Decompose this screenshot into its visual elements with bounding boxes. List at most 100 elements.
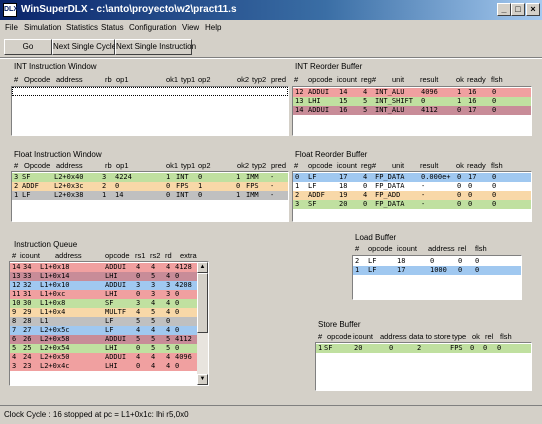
- iq-list[interactable]: 14 34 L1+0x18 ADDUI 4 4 4 4128 13 33 L1+0x14 LHI 0 5 4…: [9, 261, 209, 386]
- table-row[interactable]: 12 ADDUI 14 4 INT_ALU 4096 1 16 0: [293, 88, 531, 97]
- col-header: pred: [271, 75, 287, 84]
- table-row[interactable]: 1 LF L2+0x38 1 14 0 INT 0 1 IMM -: [12, 191, 288, 200]
- table-cell: 3: [295, 200, 300, 208]
- table-row[interactable]: 2 ADDF L2+0x3c 2 0 0 FPS 1 0 FPS -: [12, 182, 288, 191]
- table-cell: 10: [12, 299, 21, 307]
- table-cell: 0: [166, 317, 171, 325]
- table-cell: 4: [151, 353, 156, 361]
- table-cell: 4112: [175, 335, 192, 343]
- maximize-button[interactable]: □: [511, 3, 525, 16]
- table-row[interactable]: 3 23 L2+0x4c LHI 0 4 4 0: [10, 362, 197, 371]
- scroll-down-icon[interactable]: ▼: [197, 374, 208, 385]
- table-row[interactable]: 4 24 L2+0x50 ADDUI 4 4 4 4096: [10, 353, 197, 362]
- table-cell: L2+0x58: [40, 335, 70, 343]
- table-cell: LHI: [105, 362, 118, 370]
- table-row[interactable]: 7 27 L2+0x5c LF 4 4 4 0: [10, 326, 197, 335]
- table-cell: LHI: [308, 97, 321, 105]
- scroll-thumb[interactable]: [197, 273, 208, 333]
- table-row[interactable]: 10 30 L1+0x8 SF 3 4 4 0: [10, 299, 197, 308]
- menu-status[interactable]: Status: [101, 23, 124, 32]
- int-window-list[interactable]: [11, 86, 289, 136]
- table-cell: 0: [492, 106, 497, 114]
- table-row[interactable]: 14 34 L1+0x18 ADDUI 4 4 4 4128: [10, 263, 197, 272]
- table-cell: 4: [166, 326, 171, 334]
- table-cell: 23: [23, 362, 32, 370]
- table-cell: 27: [23, 326, 32, 334]
- col-header: flsh: [475, 244, 487, 253]
- table-row[interactable]: 6 26 L2+0x58 ADDUI 5 5 5 4112: [10, 335, 197, 344]
- table-cell: 16: [468, 88, 477, 96]
- table-cell: 14: [12, 263, 21, 271]
- table-row[interactable]: 1 LF 17 1000 0 0: [353, 266, 521, 275]
- table-cell: 3: [151, 281, 156, 289]
- table-cell: 5: [363, 97, 368, 105]
- table-row[interactable]: 3 SF L2+0x40 3 4224 1 INT 0 1 IMM -: [12, 173, 288, 182]
- table-cell: SF: [324, 344, 333, 352]
- next-single-cycle-button[interactable]: Next Single Cycle: [52, 39, 116, 55]
- table-cell: 3: [166, 281, 171, 289]
- next-single-instruction-button[interactable]: Next Single Instruction: [115, 39, 196, 55]
- table-cell: 29: [23, 308, 32, 316]
- table-row[interactable]: 11 31 L1+0xc LHI 0 3 3 0: [10, 290, 197, 299]
- table-cell: IMM: [246, 191, 259, 199]
- col-header: op2: [198, 75, 211, 84]
- table-cell: INT_SHIFT: [375, 97, 413, 105]
- table-row[interactable]: 13 33 L1+0x14 LHI 0 5 4 0: [10, 272, 197, 281]
- col-header: address: [56, 75, 83, 84]
- menu-configuration[interactable]: Configuration: [129, 23, 177, 32]
- float-rob-list[interactable]: 0 LF 17 4 FP_DATA 0.000e+ 0 17 0 1 LF 18 0 FP_DATA -0 0…: [292, 171, 532, 222]
- col-header: op1: [116, 75, 129, 84]
- table-cell: 3: [166, 290, 171, 298]
- table-row[interactable]: 12 32 L1+0x10 ADDUI 3 3 3 4208: [10, 281, 197, 290]
- table-row[interactable]: 0 LF 17 4 FP_DATA 0.000e+ 0 17 0: [293, 173, 531, 182]
- minimize-button[interactable]: _: [497, 3, 511, 16]
- table-row[interactable]: 2 LF 18 0 0 0: [353, 257, 521, 266]
- iq-scrollbar[interactable]: ▲ ▼: [197, 262, 208, 385]
- table-cell: 11: [12, 290, 21, 298]
- col-header: address: [55, 251, 82, 260]
- table-cell: 0: [175, 299, 180, 307]
- table-row[interactable]: 5 25 L2+0x54 LHI 0 5 5 0: [10, 344, 197, 353]
- scroll-up-icon[interactable]: ▲: [197, 262, 208, 273]
- table-cell: 4224: [115, 173, 132, 181]
- table-cell: 1000: [430, 266, 447, 274]
- table-row[interactable]: 3 SF 20 0 FP_DATA -0 0 0: [293, 200, 531, 209]
- table-cell: 3: [14, 173, 19, 181]
- close-button[interactable]: ×: [526, 3, 540, 16]
- col-header: pred: [271, 161, 287, 170]
- table-row[interactable]: 14 ADDUI 16 5 INT_ALU 4112 0 17 0: [293, 106, 531, 115]
- table-cell: 16: [339, 106, 348, 114]
- table-row[interactable]: 13 LHI 15 5 INT_SHIFT 0 1 16 0: [293, 97, 531, 106]
- table-cell: 0: [468, 200, 473, 208]
- int-rob-list[interactable]: 12 ADDUI 14 4 INT_ALU 4096 1 16 0 13 LHI 15 5 INT_SHI…: [292, 86, 532, 136]
- table-cell: 4: [363, 173, 368, 181]
- table-cell: 0: [458, 257, 463, 265]
- table-row[interactable]: 2 ADDF 19 4 FP_ADD -0 0 0: [293, 191, 531, 200]
- table-cell: 0.000e+: [421, 173, 451, 181]
- table-row[interactable]: 9 29 L1+0x4 MULTF 4 5 4 0: [10, 308, 197, 317]
- menu-help[interactable]: Help: [205, 23, 221, 32]
- table-cell: 2: [14, 182, 19, 190]
- load-buffer-list[interactable]: 2 LF 18 0 0 0 1 LF 17 1000 0 0: [352, 255, 522, 300]
- table-row[interactable]: 8 28 L1 LF 5 5 0: [10, 317, 197, 326]
- table-cell: 0: [136, 362, 141, 370]
- menu-view[interactable]: View: [182, 23, 199, 32]
- table-cell: 14: [115, 191, 124, 199]
- table-row[interactable]: 1 LF 18 0 FP_DATA -0 0 0: [293, 182, 531, 191]
- col-header: flsh: [491, 75, 503, 84]
- go-button[interactable]: Go: [4, 39, 52, 55]
- table-row[interactable]: 1 SF 20 0 2 FPS 0 0 0: [316, 344, 531, 353]
- store-buffer-list[interactable]: 1 SF 20 0 2 FPS 0 0 0: [315, 342, 532, 391]
- table-cell: 0: [295, 173, 300, 181]
- menu-file[interactable]: File: [5, 23, 18, 32]
- table-cell: 20: [354, 344, 363, 352]
- app-icon: DLX: [3, 3, 18, 17]
- col-header: reg#: [361, 161, 377, 170]
- table-cell: 0: [175, 344, 180, 352]
- table-cell: 0: [136, 290, 141, 298]
- table-cell: 25: [23, 344, 32, 352]
- float-window-list[interactable]: 3 SF L2+0x40 3 4224 1 INT 0 1 IMM -2 ADDF L2+0x3c 2 0 0…: [11, 171, 289, 222]
- table-cell: 4: [166, 299, 171, 307]
- menu-statistics[interactable]: Statistics: [66, 23, 98, 32]
- menu-simulation[interactable]: Simulation: [24, 23, 61, 32]
